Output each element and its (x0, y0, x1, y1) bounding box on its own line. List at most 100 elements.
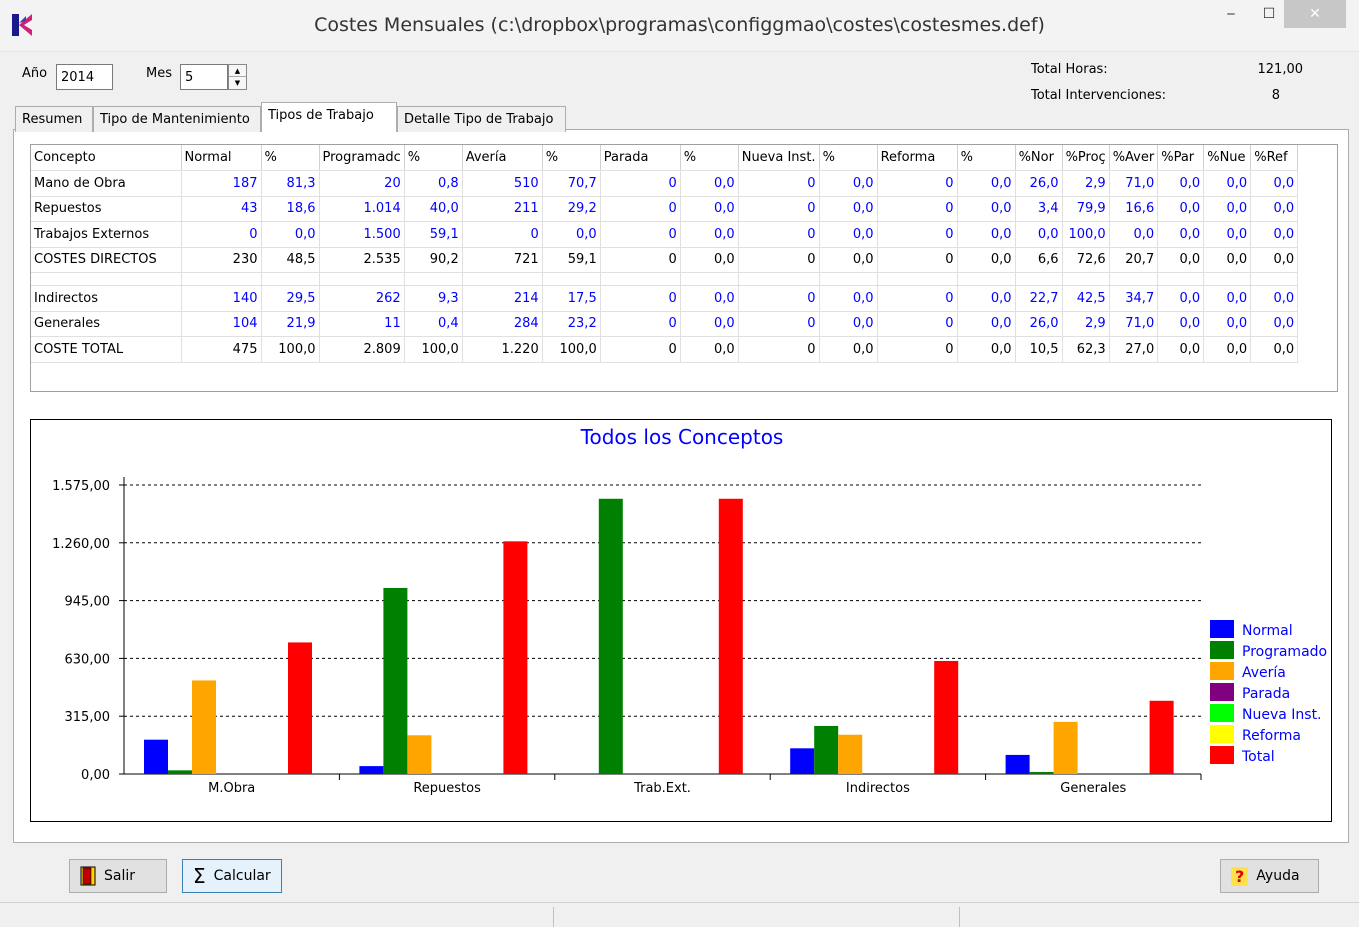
exit-button[interactable]: Salir (69, 859, 167, 893)
table-row[interactable]: Mano de Obra 187 81,3 20 0,8 510 70,7 0 0,0 0 0,0 0… (31, 170, 1299, 197)
bar-total (503, 541, 528, 774)
column-header[interactable]: % (957, 145, 1016, 171)
table-cell: 29,5 (261, 285, 320, 312)
table-cell: 0 (877, 336, 958, 363)
column-header[interactable]: % (819, 145, 878, 171)
table-cell: 0,0 (680, 311, 739, 337)
column-header[interactable]: %Par (1157, 145, 1205, 171)
table-cell: 0,0 (957, 247, 1016, 273)
row-label: COSTES DIRECTOS (31, 247, 182, 273)
year-input[interactable]: 2014 (56, 64, 113, 90)
column-header[interactable]: %Aver (1109, 145, 1159, 171)
y-tick-label: 945,00 (65, 595, 111, 610)
table-cell: 187 (181, 170, 262, 197)
table-row[interactable]: COSTE TOTAL 475 100,0 2.809 100,0 1.220 100,0 0… (31, 336, 1299, 363)
costs-grid[interactable]: Concepto Normal% Programadc% Avería% Parada%… (30, 144, 1338, 392)
table-row[interactable]: Repuestos 43 18,6 1.014 40,0 211 29,2 0 0,0 0 0,0 0… (31, 196, 1299, 222)
table-cell: 42,5 (1062, 285, 1110, 312)
table-cell: 510 (462, 170, 543, 197)
column-header[interactable]: %Proç (1062, 145, 1110, 171)
table-cell: 27,0 (1109, 336, 1159, 363)
table-cell: 0,0 (1157, 221, 1205, 248)
table-cell: 0 (600, 196, 681, 222)
table-row[interactable]: Trabajos Externos 0 0,0 1.500 59,1 0 0,0 0 0,0 0 0… (31, 221, 1299, 248)
column-header[interactable]: Normal (181, 145, 262, 171)
chart-panel: Todos los Conceptos 0,00 315,00 630,00 945,0… (30, 419, 1332, 822)
column-header[interactable]: % (261, 145, 320, 171)
spin-up-icon[interactable]: ▲ (229, 65, 246, 77)
spin-down-icon[interactable]: ▼ (229, 77, 246, 89)
legend-swatch (1210, 704, 1234, 722)
table-cell: 0 (738, 221, 820, 248)
column-header[interactable]: %Nor (1015, 145, 1063, 171)
table-cell: 48,5 (261, 247, 320, 273)
table-cell: 34,7 (1109, 285, 1159, 312)
window-title: Costes Mensuales (c:\dropbox\programas\c… (314, 14, 1045, 36)
calculate-button[interactable]: Σ Calcular (182, 859, 282, 893)
table-cell: 140 (181, 285, 262, 312)
table-cell: 0,0 (819, 196, 878, 222)
table-cell: 0,0 (957, 221, 1016, 248)
table-cell: 0,0 (1157, 247, 1205, 273)
table-row[interactable]: Generales 104 21,9 11 0,4 284 23,2 0 0,0 0 0,0 0 0,0… (31, 311, 1299, 337)
table-cell: 3,4 (1015, 196, 1063, 222)
table-row[interactable]: Indirectos 140 29,5 262 9,3 214 17,5 0 0,0 0 0,0 0 0… (31, 285, 1299, 312)
table-cell: 2.535 (319, 247, 405, 273)
x-tick-label: Repuestos (413, 781, 481, 796)
column-header[interactable]: Programadc (319, 145, 405, 171)
table-cell: 0,0 (680, 221, 739, 248)
table-cell: 262 (319, 285, 405, 312)
table-cell: 21,9 (261, 311, 320, 337)
table-cell: 0 (738, 170, 820, 197)
bar-aver-a (838, 734, 863, 774)
column-header[interactable]: Avería (462, 145, 543, 171)
column-header[interactable]: % (404, 145, 463, 171)
column-header[interactable]: %Nue (1203, 145, 1252, 171)
table-cell: 1.220 (462, 336, 543, 363)
tab-tipo-mantenimiento[interactable]: Tipo de Mantenimiento (93, 106, 261, 132)
table-cell: 0,0 (1203, 285, 1252, 312)
row-label: Trabajos Externos (31, 221, 182, 248)
table-cell: 0 (600, 336, 681, 363)
table-cell: 0,0 (1157, 336, 1205, 363)
y-tick-label: 1.575,00 (52, 479, 110, 494)
table-cell: 10,5 (1015, 336, 1063, 363)
table-cell: 0,0 (261, 221, 320, 248)
column-header[interactable]: Concepto (31, 145, 182, 171)
table-cell: 211 (462, 196, 543, 222)
tab-tipos-trabajo[interactable]: Tipos de Trabajo (261, 102, 397, 132)
table-cell: 0,0 (1250, 311, 1299, 337)
bar-programado (1029, 771, 1054, 774)
column-header[interactable]: Nueva Inst. (738, 145, 820, 171)
table-cell: 1.014 (319, 196, 405, 222)
x-tick-label: Generales (1060, 781, 1126, 796)
table-row[interactable]: COSTES DIRECTOS 230 48,5 2.535 90,2 721 59,1 0 0… (31, 247, 1299, 273)
help-button[interactable]: ? Ayuda (1220, 859, 1319, 893)
table-cell: 100,0 (404, 336, 463, 363)
month-input[interactable]: 5 (180, 64, 228, 90)
tab-resumen[interactable]: Resumen (15, 106, 93, 132)
table-cell: 40,0 (404, 196, 463, 222)
table-cell: 59,1 (404, 221, 463, 248)
table-cell: 0 (877, 196, 958, 222)
table-cell: 0,0 (957, 336, 1016, 363)
column-header[interactable]: Parada (600, 145, 681, 171)
costs-table: Concepto Normal% Programadc% Avería% Parada%… (31, 145, 1299, 363)
chart-title: Todos los Conceptos (580, 425, 784, 449)
y-tick-label: 315,00 (65, 710, 111, 725)
column-header[interactable]: %Ref (1250, 145, 1299, 171)
close-button[interactable]: ✕ (1284, 0, 1346, 28)
x-tick-label: Indirectos (846, 781, 910, 796)
table-cell: 11 (319, 311, 405, 337)
table-cell: 0,0 (680, 196, 739, 222)
table-cell: 1.500 (319, 221, 405, 248)
column-header[interactable]: Reforma (877, 145, 958, 171)
column-header[interactable]: % (680, 145, 739, 171)
y-tick-label: 630,00 (65, 652, 111, 667)
tab-detalle-tipo-trabajo[interactable]: Detalle Tipo de Trabajo (397, 106, 566, 132)
table-cell: 100,0 (261, 336, 320, 363)
column-header[interactable]: % (542, 145, 601, 171)
legend-swatch (1210, 620, 1234, 638)
table-cell: 59,1 (542, 247, 601, 273)
month-spinner[interactable]: ▲ ▼ (228, 64, 247, 90)
